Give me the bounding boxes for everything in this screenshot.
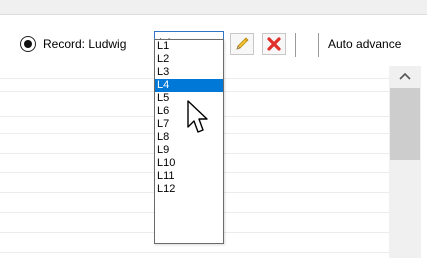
delete-button[interactable] bbox=[262, 33, 286, 55]
scrollbar-thumb[interactable] bbox=[390, 88, 420, 160]
scroll-up-button[interactable] bbox=[389, 66, 421, 86]
mouse-pointer-arrow-icon bbox=[187, 100, 208, 133]
edit-button[interactable] bbox=[230, 33, 254, 55]
record-dropdown-list[interactable]: L1 L2 L3 L4 L5 L6 L7 L8 L9 L10 L11 L12 bbox=[154, 39, 224, 244]
pencil-icon bbox=[236, 37, 249, 50]
right-edge bbox=[421, 66, 427, 258]
record-radio-button[interactable] bbox=[20, 36, 36, 52]
toolbar-separator bbox=[295, 33, 296, 57]
top-band bbox=[0, 0, 427, 14]
auto-advance-label[interactable]: Auto advance bbox=[328, 35, 401, 53]
dropdown-option[interactable]: L12 bbox=[155, 183, 223, 196]
toolbar-separator bbox=[318, 33, 319, 57]
dropdown-option[interactable]: L1 bbox=[155, 40, 223, 53]
vertical-scrollbar[interactable] bbox=[389, 66, 421, 258]
red-x-delete-icon bbox=[267, 37, 281, 51]
dropdown-option[interactable]: L10 bbox=[155, 157, 223, 170]
dropdown-option[interactable]: L2 bbox=[155, 53, 223, 66]
dropdown-option[interactable]: L3 bbox=[155, 66, 223, 79]
dropdown-option[interactable]: L9 bbox=[155, 144, 223, 157]
dropdown-option[interactable]: L4 bbox=[155, 79, 223, 92]
chevron-up-icon bbox=[399, 72, 411, 80]
dropdown-option[interactable]: L11 bbox=[155, 170, 223, 183]
radio-button-filled-icon bbox=[24, 40, 32, 48]
grid-row-line bbox=[0, 252, 389, 253]
record-label: Record: Ludwig bbox=[43, 37, 127, 51]
